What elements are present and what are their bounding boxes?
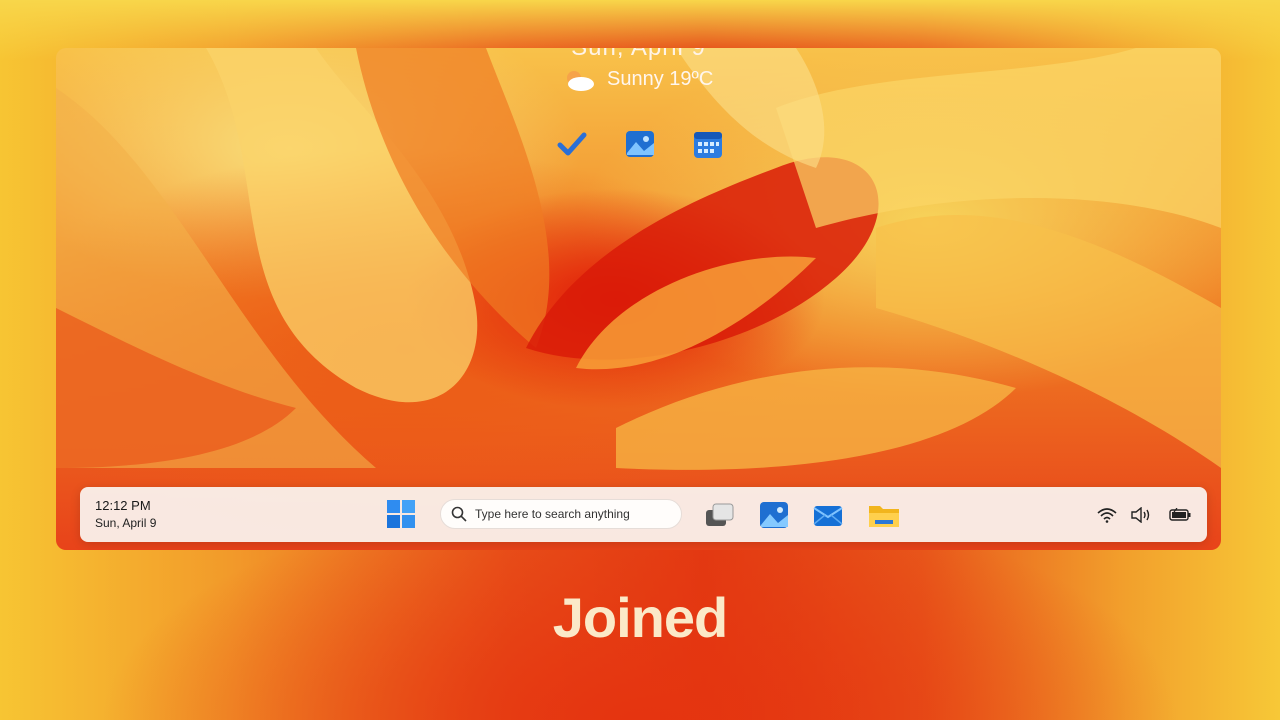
battery-icon[interactable]	[1169, 504, 1191, 526]
start-button[interactable]	[386, 499, 416, 529]
video-caption: Joined	[552, 586, 728, 649]
task-view-icon[interactable]	[704, 499, 736, 531]
wifi-icon[interactable]	[1096, 504, 1118, 526]
taskbar: 12:12 PM Sun, April 9	[80, 487, 1207, 542]
photos-app-icon[interactable]	[758, 499, 790, 531]
volume-icon[interactable]	[1130, 504, 1152, 526]
taskbar-search-box[interactable]	[440, 499, 682, 529]
mail-app-icon[interactable]	[812, 499, 844, 531]
desktop-screen: Sun, April 9 Sunny 19ºC 12:12 PM Sun, Ap…	[56, 48, 1221, 550]
wallpaper-art	[56, 48, 1221, 470]
taskbar-clock-time[interactable]: 12:12 PM	[95, 498, 151, 513]
windows-logo-icon	[387, 500, 415, 528]
weather-text: Sunny 19ºC	[607, 68, 714, 90]
file-explorer-icon[interactable]	[868, 499, 900, 531]
lockscreen-date: Sun, April 9	[56, 48, 1221, 62]
partly-sunny-icon	[567, 70, 594, 91]
weather-widget[interactable]: Sunny 19ºC	[563, 68, 713, 91]
taskbar-clock-date[interactable]: Sun, April 9	[95, 516, 156, 530]
search-input[interactable]	[473, 506, 677, 522]
todo-check-icon[interactable]	[556, 128, 588, 160]
photos-icon[interactable]	[624, 128, 656, 160]
search-icon	[451, 506, 467, 522]
calendar-icon[interactable]	[692, 128, 724, 160]
quick-app-icons	[556, 128, 724, 160]
